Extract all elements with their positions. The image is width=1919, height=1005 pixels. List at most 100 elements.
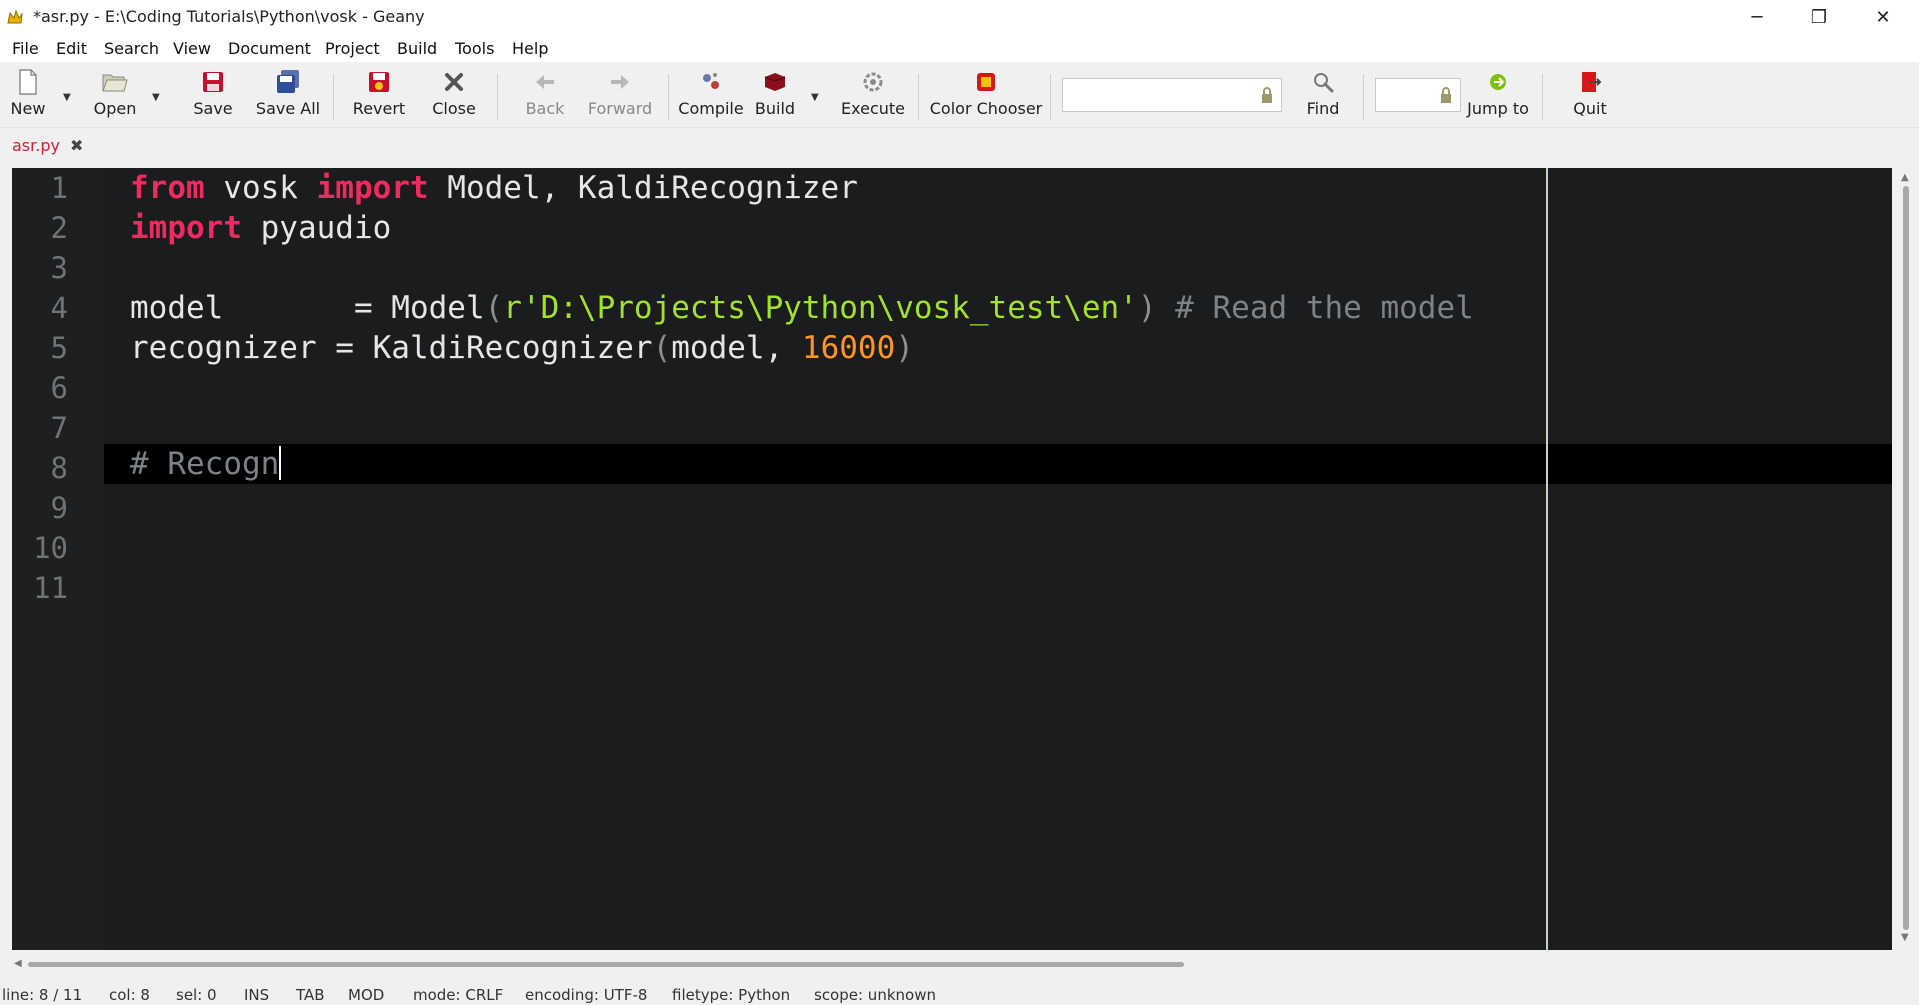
scroll-down-icon[interactable]: ▼ bbox=[1901, 932, 1909, 943]
status-encoding: encoding: UTF-8 bbox=[525, 986, 648, 1004]
minimize-button[interactable]: ─ bbox=[1726, 0, 1788, 34]
close-window-button[interactable]: ✕ bbox=[1852, 0, 1914, 34]
save-all-button[interactable]: Save All bbox=[255, 68, 321, 124]
menu-help[interactable]: Help bbox=[512, 39, 548, 58]
open-dropdown-icon[interactable]: ▼ bbox=[152, 92, 164, 103]
paren-token: ) bbox=[1137, 290, 1157, 326]
paren-token: ) bbox=[895, 330, 914, 366]
compile-label: Compile bbox=[678, 99, 744, 118]
toolbar-separator bbox=[918, 74, 919, 120]
new-label: New bbox=[10, 99, 46, 118]
close-icon bbox=[440, 68, 468, 96]
goto-line-field[interactable] bbox=[1375, 78, 1461, 112]
build-label: Build bbox=[754, 99, 796, 118]
save-icon bbox=[199, 68, 227, 96]
jump-to-label: Jump to bbox=[1467, 99, 1529, 118]
title-bar: *asr.py - E:\Coding Tutorials\Python\vos… bbox=[0, 0, 1919, 34]
save-button[interactable]: Save bbox=[193, 68, 233, 124]
status-sel: sel: 0 bbox=[176, 986, 217, 1004]
scroll-left-icon[interactable]: ◀ bbox=[14, 958, 22, 969]
code-token: recognizer = KaldiRecognizer bbox=[130, 330, 653, 366]
code-token: vosk bbox=[204, 170, 317, 206]
horizontal-scrollbar[interactable]: ◀ bbox=[12, 950, 1892, 978]
menu-document[interactable]: Document bbox=[228, 39, 311, 58]
window-title: *asr.py - E:\Coding Tutorials\Python\vos… bbox=[33, 7, 425, 26]
clear-search-icon[interactable] bbox=[1259, 86, 1275, 104]
search-input[interactable] bbox=[1063, 79, 1281, 111]
menu-project[interactable]: Project bbox=[325, 39, 380, 58]
save-label: Save bbox=[193, 99, 233, 118]
maximize-button[interactable]: ❐ bbox=[1788, 0, 1850, 34]
line-number: 5 bbox=[50, 331, 68, 365]
jump-arrow-icon bbox=[1484, 68, 1512, 96]
revert-icon bbox=[365, 68, 393, 96]
line-number-gutter: 1 2 3 4 5 6 7 8 9 10 11 bbox=[12, 168, 104, 950]
geany-app-icon bbox=[7, 9, 23, 24]
line-number: 2 bbox=[50, 211, 68, 245]
line-number: 8 bbox=[50, 451, 68, 485]
line-number: 4 bbox=[50, 291, 68, 325]
new-file-icon bbox=[14, 68, 42, 96]
find-button[interactable]: Find bbox=[1305, 68, 1341, 124]
code-line-2: import pyaudio bbox=[130, 208, 391, 248]
open-button[interactable]: Open bbox=[92, 68, 138, 124]
keyword-token: from bbox=[130, 170, 205, 206]
horizontal-scroll-thumb[interactable] bbox=[28, 962, 1184, 967]
close-button[interactable]: Close bbox=[432, 68, 476, 124]
search-field[interactable] bbox=[1062, 78, 1282, 112]
status-mode: mode: CRLF bbox=[413, 986, 504, 1004]
quit-label: Quit bbox=[1573, 99, 1607, 118]
build-dropdown-icon[interactable]: ▼ bbox=[811, 92, 823, 103]
vertical-scrollbar[interactable]: ▲ ▼ bbox=[1893, 168, 1919, 950]
revert-label: Revert bbox=[352, 99, 406, 118]
paren-token: ( bbox=[484, 290, 504, 326]
scroll-up-icon[interactable]: ▲ bbox=[1901, 172, 1909, 183]
tab-asr-py[interactable]: asr.py ✖ bbox=[12, 136, 83, 155]
text-cursor bbox=[279, 445, 282, 480]
quit-button[interactable]: Quit bbox=[1572, 68, 1608, 124]
search-icon bbox=[1309, 68, 1337, 96]
line-number: 11 bbox=[33, 571, 68, 605]
toolbar-separator bbox=[1363, 74, 1364, 120]
toolbar-separator bbox=[497, 74, 498, 120]
jump-to-button[interactable]: Jump to bbox=[1467, 68, 1529, 124]
menu-search[interactable]: Search bbox=[104, 39, 159, 58]
status-ins: INS bbox=[244, 986, 270, 1004]
color-chooser-button[interactable]: Color Chooser bbox=[930, 68, 1042, 124]
save-all-label: Save All bbox=[255, 99, 321, 118]
keyword-token: import bbox=[316, 170, 429, 206]
back-button[interactable]: Back bbox=[526, 68, 564, 124]
tab-close-icon[interactable]: ✖ bbox=[70, 136, 83, 155]
menu-edit[interactable]: Edit bbox=[56, 39, 87, 58]
compile-button[interactable]: Compile bbox=[678, 68, 744, 124]
menu-build[interactable]: Build bbox=[397, 39, 437, 58]
color-chooser-label: Color Chooser bbox=[929, 99, 1043, 118]
clear-goto-icon[interactable] bbox=[1438, 86, 1454, 104]
execute-label: Execute bbox=[841, 99, 905, 118]
forward-button[interactable]: Forward bbox=[588, 68, 652, 124]
menu-file[interactable]: File bbox=[12, 39, 39, 58]
execute-button[interactable]: Execute bbox=[841, 68, 905, 124]
menu-tools[interactable]: Tools bbox=[455, 39, 494, 58]
back-label: Back bbox=[525, 99, 565, 118]
find-label: Find bbox=[1306, 99, 1340, 118]
build-brick-icon bbox=[761, 68, 789, 96]
code-area[interactable]: from vosk import Model, KaldiRecognizer … bbox=[130, 168, 1892, 950]
code-token: pyaudio bbox=[241, 210, 392, 246]
build-button[interactable]: Build bbox=[755, 68, 795, 124]
vertical-scroll-thumb[interactable] bbox=[1903, 186, 1909, 930]
number-token: 16000 bbox=[801, 330, 896, 366]
keyword-token: import bbox=[130, 210, 242, 246]
line-number: 9 bbox=[50, 491, 68, 525]
revert-button[interactable]: Revert bbox=[352, 68, 406, 124]
code-editor[interactable]: 1 2 3 4 5 6 7 8 9 10 11 from vosk import… bbox=[12, 168, 1892, 950]
new-dropdown-icon[interactable]: ▼ bbox=[63, 92, 75, 103]
new-button[interactable]: New bbox=[10, 68, 46, 124]
toolbar-separator bbox=[1542, 74, 1543, 120]
compile-icon bbox=[697, 68, 725, 96]
save-all-icon bbox=[274, 68, 302, 96]
menu-bar: File Edit Search View Document Project B… bbox=[0, 34, 1919, 62]
menu-view[interactable]: View bbox=[173, 39, 211, 58]
code-line-8: # Recogn bbox=[130, 444, 282, 484]
status-bar: line: 8 / 11 col: 8 sel: 0 INS TAB MOD m… bbox=[0, 984, 1919, 1005]
